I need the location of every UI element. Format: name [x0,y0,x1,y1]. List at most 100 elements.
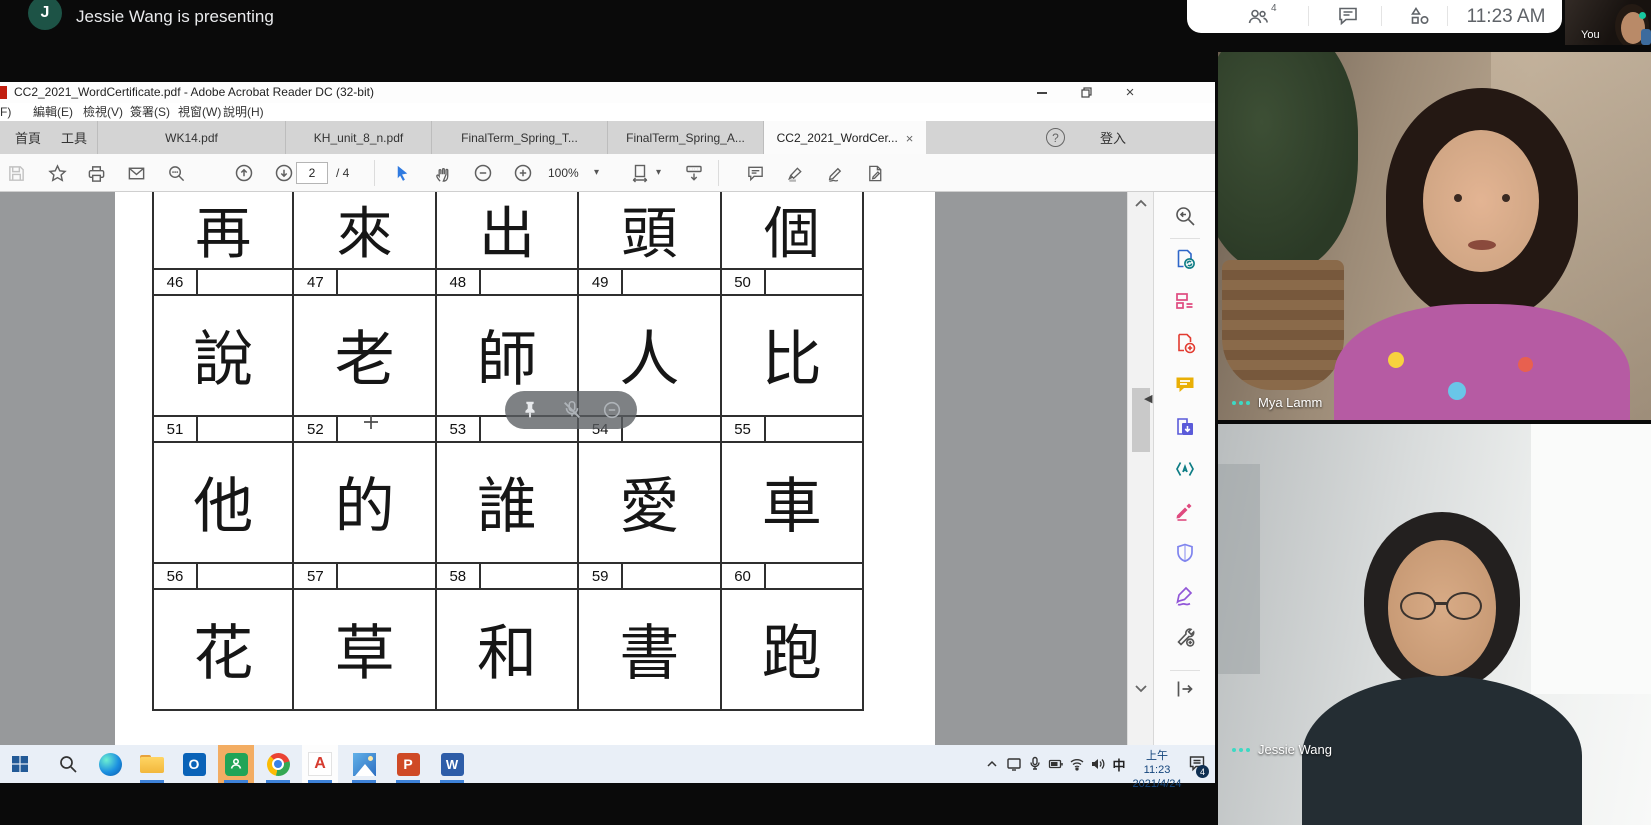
zoom-level-dropdown[interactable]: 100% [548,154,579,192]
restore-button[interactable] [1064,82,1108,103]
participant-tile-jessie[interactable]: Jessie Wang [1218,424,1651,825]
zoom-in-button[interactable] [513,163,533,183]
tray-expand-button[interactable] [984,756,1000,772]
chrome-icon[interactable] [260,745,296,783]
ime-indicator[interactable]: 中 [1108,745,1130,783]
certificates-icon[interactable] [1174,584,1196,606]
participant-name: Jessie Wang [1258,742,1332,757]
caret-down-icon[interactable]: ▾ [594,154,599,192]
comment-button[interactable] [745,163,765,183]
highlight-button[interactable] [785,163,805,183]
acrobat-taskbar-icon[interactable]: A [302,745,338,783]
save-button[interactable] [6,163,26,183]
tray-mic-icon[interactable] [1027,756,1043,772]
doc-tab[interactable]: KH_unit_8_n.pdf [285,121,431,154]
export-pdf-icon[interactable] [1174,248,1196,270]
character: 說 [193,325,254,395]
organize-pages-icon[interactable] [1174,290,1196,312]
star-icon [47,163,67,182]
system-clock[interactable]: 上午 11:23 2021/4/24 [1132,749,1182,791]
people-button[interactable] [1247,5,1269,27]
help-button[interactable]: ? [1046,128,1065,147]
protect-icon[interactable] [1174,542,1196,564]
character: 車 [761,472,822,542]
fit-width-button[interactable] [630,163,650,183]
outlook-icon[interactable]: O [176,745,212,783]
page-number-input[interactable]: 2 [296,162,328,184]
scroll-down-icon[interactable] [1135,684,1147,694]
combine-files-icon[interactable] [1174,416,1196,438]
vertical-scrollbar[interactable] [1127,192,1153,745]
tray-battery-icon[interactable] [1048,756,1064,772]
character: 書 [619,619,680,689]
tab-home[interactable]: 首頁 [6,121,50,154]
menu-window[interactable]: 視窗(W) [178,103,221,121]
basket-shape [1222,260,1344,390]
self-view-thumbnail[interactable]: You [1565,0,1651,45]
next-page-button[interactable] [274,163,294,183]
doc-tab[interactable]: FinalTerm_Spring_A... [607,121,764,154]
taskbar-search-button[interactable] [50,745,86,783]
menu-sign[interactable]: 簽署(S) [130,103,170,121]
acrobat-logo: A [308,752,332,776]
scroll-up-icon[interactable] [1135,198,1147,208]
close-button[interactable]: × [1108,82,1152,103]
tab-tools[interactable]: 工具 [52,121,96,154]
search-button[interactable] [166,163,186,183]
help-icon: ? [1052,130,1059,145]
fill-sign-button[interactable] [865,163,885,183]
menu-help[interactable]: 說明(H) [223,103,264,121]
character: 草 [334,619,395,689]
tray-display-icon[interactable] [1006,756,1022,772]
previous-page-button[interactable] [234,163,254,183]
character: 和 [476,619,537,689]
zoom-out-button[interactable] [473,163,493,183]
selection-tool-button[interactable] [392,163,412,183]
chat-button[interactable] [1337,5,1359,27]
grid-cell: 50 比 [721,270,864,415]
search-tool-icon[interactable] [1174,205,1196,227]
tray-network-icon[interactable] [1069,756,1085,772]
character: 出 [478,201,535,267]
activities-button[interactable] [1409,5,1431,27]
file-explorer-icon[interactable] [134,745,170,783]
print-button[interactable] [86,163,106,183]
fit-page-button[interactable] [684,163,704,183]
participant-tile-mya[interactable]: Mya Lamm [1218,52,1651,420]
more-tools-icon[interactable] [1174,626,1196,648]
start-button[interactable] [2,745,38,783]
comment-tool-icon[interactable] [1174,374,1196,396]
outlook-logo: O [182,752,206,776]
create-pdf-icon[interactable] [1174,332,1196,354]
minimize-button[interactable] [1020,82,1064,103]
people-icon [1248,9,1268,24]
search-icon [168,165,184,181]
pin-button[interactable] [519,399,541,421]
edge-icon[interactable] [92,745,128,783]
favorites-button[interactable] [47,163,67,183]
edit-pdf-icon[interactable] [1174,458,1196,480]
photos-icon[interactable] [346,745,382,783]
fill-sign-tool-icon[interactable] [1174,500,1196,522]
caret-down-icon[interactable]: ▾ [656,154,661,192]
email-button[interactable] [126,163,146,183]
green-app-icon[interactable] [218,745,254,783]
sign-button[interactable] [825,163,845,183]
panel-collapse-arrow-icon[interactable]: ◀ [1144,392,1152,405]
comment-icon [747,166,763,181]
menu-file[interactable]: 檔案(F) [0,103,11,121]
hand-tool-button[interactable] [432,163,452,183]
sign-in-button[interactable]: 登入 [1100,121,1126,154]
tray-volume-icon[interactable] [1090,756,1106,772]
menu-edit[interactable]: 編輯(E) [33,103,73,121]
word-icon[interactable]: W [434,745,470,783]
doc-tab[interactable]: FinalTerm_Spring_T... [431,121,607,154]
menu-view[interactable]: 檢視(V) [83,103,123,121]
remove-from-view-button[interactable] [601,399,623,421]
doc-tab-active[interactable]: CC2_2021_WordCer... × [764,121,926,155]
powerpoint-icon[interactable]: P [390,745,426,783]
doc-tab[interactable]: WK14.pdf [97,121,285,154]
open-tools-panel-icon[interactable] [1174,678,1196,700]
grid-cell: 54 愛 [579,417,722,562]
tab-close-icon[interactable]: × [906,131,914,146]
